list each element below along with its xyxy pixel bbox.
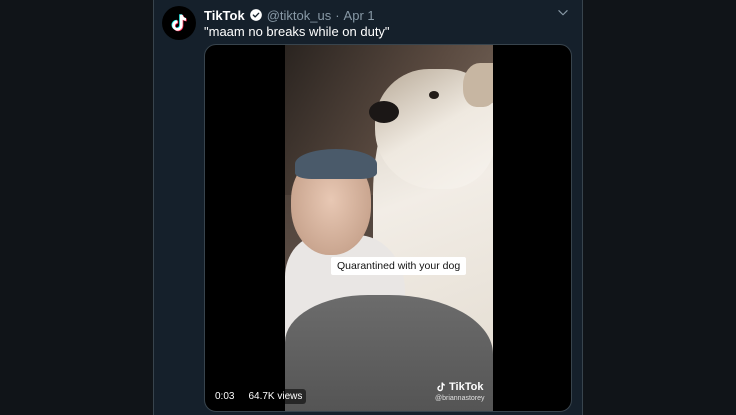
video-duration: 0:03 bbox=[211, 389, 239, 404]
tweet-date[interactable]: Apr 1 bbox=[344, 8, 375, 23]
verified-badge-icon bbox=[249, 9, 262, 21]
user-handle[interactable]: @tiktok_us bbox=[267, 8, 332, 23]
tweet-card[interactable]: TikTok @tiktok_us · Apr 1 "maam no break… bbox=[153, 0, 583, 415]
watermark-brand: TikTok bbox=[449, 381, 484, 393]
tweet-header: TikTok @tiktok_us · Apr 1 bbox=[204, 6, 375, 24]
separator-dot: · bbox=[335, 7, 340, 23]
video-stats: 0:03 64.7K views bbox=[211, 389, 307, 404]
tiktok-note-icon bbox=[437, 382, 445, 392]
dog-nose bbox=[369, 101, 399, 123]
video-frame: Quarantined with your dog TikTok @briann… bbox=[285, 45, 493, 411]
watermark-username: @briannastorey bbox=[435, 395, 485, 402]
dog-ear bbox=[463, 63, 493, 107]
video-caption: Quarantined with your dog bbox=[331, 257, 467, 275]
video-views: 64.7K views bbox=[244, 389, 307, 404]
tweet-text: "maam no breaks while on duty" bbox=[204, 24, 390, 39]
tiktok-logo-icon bbox=[171, 14, 187, 32]
headband bbox=[295, 149, 377, 179]
display-name[interactable]: TikTok bbox=[204, 8, 245, 23]
chevron-down-icon[interactable] bbox=[556, 6, 570, 20]
video-player[interactable]: Quarantined with your dog TikTok @briann… bbox=[204, 44, 572, 412]
dog-eye bbox=[429, 91, 439, 99]
avatar[interactable] bbox=[162, 6, 196, 40]
watermark-brand-row: TikTok bbox=[435, 381, 483, 393]
tiktok-watermark: TikTok @briannastorey bbox=[435, 381, 485, 402]
